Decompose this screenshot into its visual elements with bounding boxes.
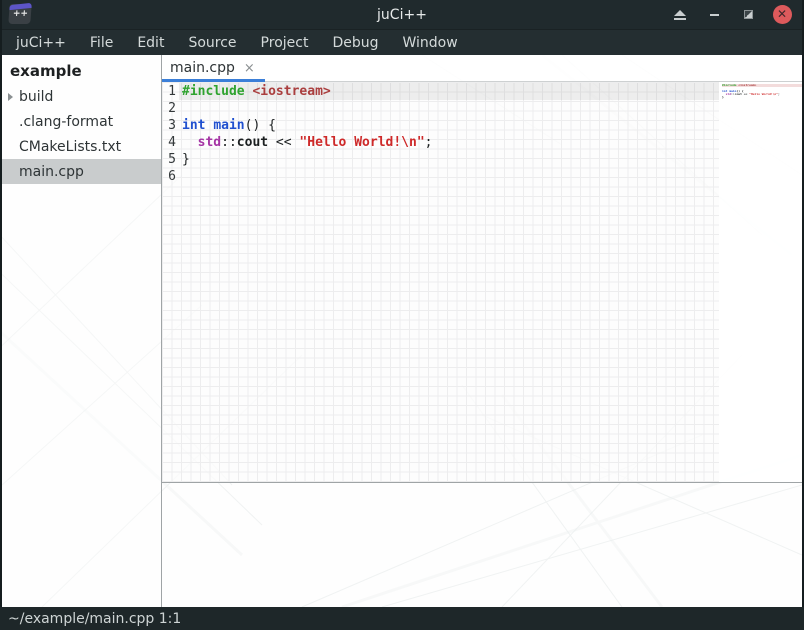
menu-debug[interactable]: Debug: [320, 30, 390, 56]
code-line: #include <iostream>: [179, 83, 719, 100]
source-minimap[interactable]: #include <iostream>int main() { std::cou…: [719, 82, 802, 482]
tree-item-main-cpp[interactable]: main.cpp: [2, 159, 161, 184]
tab-label: main.cpp: [170, 60, 235, 76]
tab-close-icon[interactable]: ×: [244, 61, 255, 76]
code-line: [179, 100, 719, 117]
code-line: int main() {: [179, 117, 719, 134]
menu-edit[interactable]: Edit: [125, 30, 176, 56]
shade-icon: [674, 10, 686, 20]
status-file-position: ~/example/main.cpp 1:1: [8, 611, 181, 627]
tree-root-label: example: [2, 55, 161, 84]
minimap-line: [722, 99, 802, 102]
close-icon: ✕: [773, 5, 792, 24]
code-lines[interactable]: #include <iostream>int main() { std::cou…: [179, 82, 719, 482]
line-number: 6: [162, 168, 179, 185]
expander-icon[interactable]: [2, 93, 19, 101]
line-number: 5: [162, 151, 179, 168]
menu-source[interactable]: Source: [176, 30, 248, 56]
tab-main-cpp[interactable]: main.cpp ×: [162, 55, 265, 81]
tree-item-label: main.cpp: [2, 164, 84, 180]
menu-juci[interactable]: juCi++: [4, 30, 78, 56]
code-line: std::cout << "Hello World!\n";: [179, 134, 719, 151]
menu-bar: juCi++ File Edit Source Project Debug Wi…: [2, 29, 802, 55]
main-column: main.cpp × 123456 #include <iostream>int…: [162, 55, 802, 607]
close-button[interactable]: ✕: [770, 3, 794, 27]
menu-window[interactable]: Window: [391, 30, 470, 56]
line-number: 2: [162, 100, 179, 117]
juci-window: ++ juCi++ ✕ juCi++ File Edit Source Proj: [0, 0, 804, 630]
line-number: 1: [162, 83, 179, 100]
minimize-icon: [710, 14, 719, 16]
tree-item-cmakelists[interactable]: CMakeLists.txt: [2, 134, 161, 159]
minimize-button[interactable]: [702, 3, 726, 27]
tree-item-label: CMakeLists.txt: [2, 139, 121, 155]
line-number-gutter: 123456: [162, 82, 179, 482]
line-number: 4: [162, 134, 179, 151]
menu-project[interactable]: Project: [249, 30, 321, 56]
tree-item-label: .clang-format: [2, 114, 113, 130]
menu-file[interactable]: File: [78, 30, 125, 56]
status-bar: ~/example/main.cpp 1:1: [0, 607, 804, 630]
restore-icon: [744, 10, 753, 19]
content-area: example build .clang-format CMakeLists.t…: [2, 55, 802, 607]
tree-item-clang-format[interactable]: .clang-format: [2, 109, 161, 134]
code-editor[interactable]: 123456 #include <iostream>int main() { s…: [162, 82, 802, 482]
tree-item-label: build: [19, 89, 53, 105]
restore-button[interactable]: [736, 3, 760, 27]
title-bar: ++ juCi++ ✕: [2, 0, 802, 29]
file-tree-panel: example build .clang-format CMakeLists.t…: [2, 55, 162, 607]
window-controls: ✕: [668, 0, 794, 29]
code-line: [179, 168, 719, 185]
tree-item-build[interactable]: build: [2, 84, 161, 109]
shade-button[interactable]: [668, 3, 692, 27]
code-line: }: [179, 151, 719, 168]
terminal-panel[interactable]: [162, 483, 802, 607]
tab-bar: main.cpp ×: [162, 55, 802, 82]
line-number: 3: [162, 117, 179, 134]
